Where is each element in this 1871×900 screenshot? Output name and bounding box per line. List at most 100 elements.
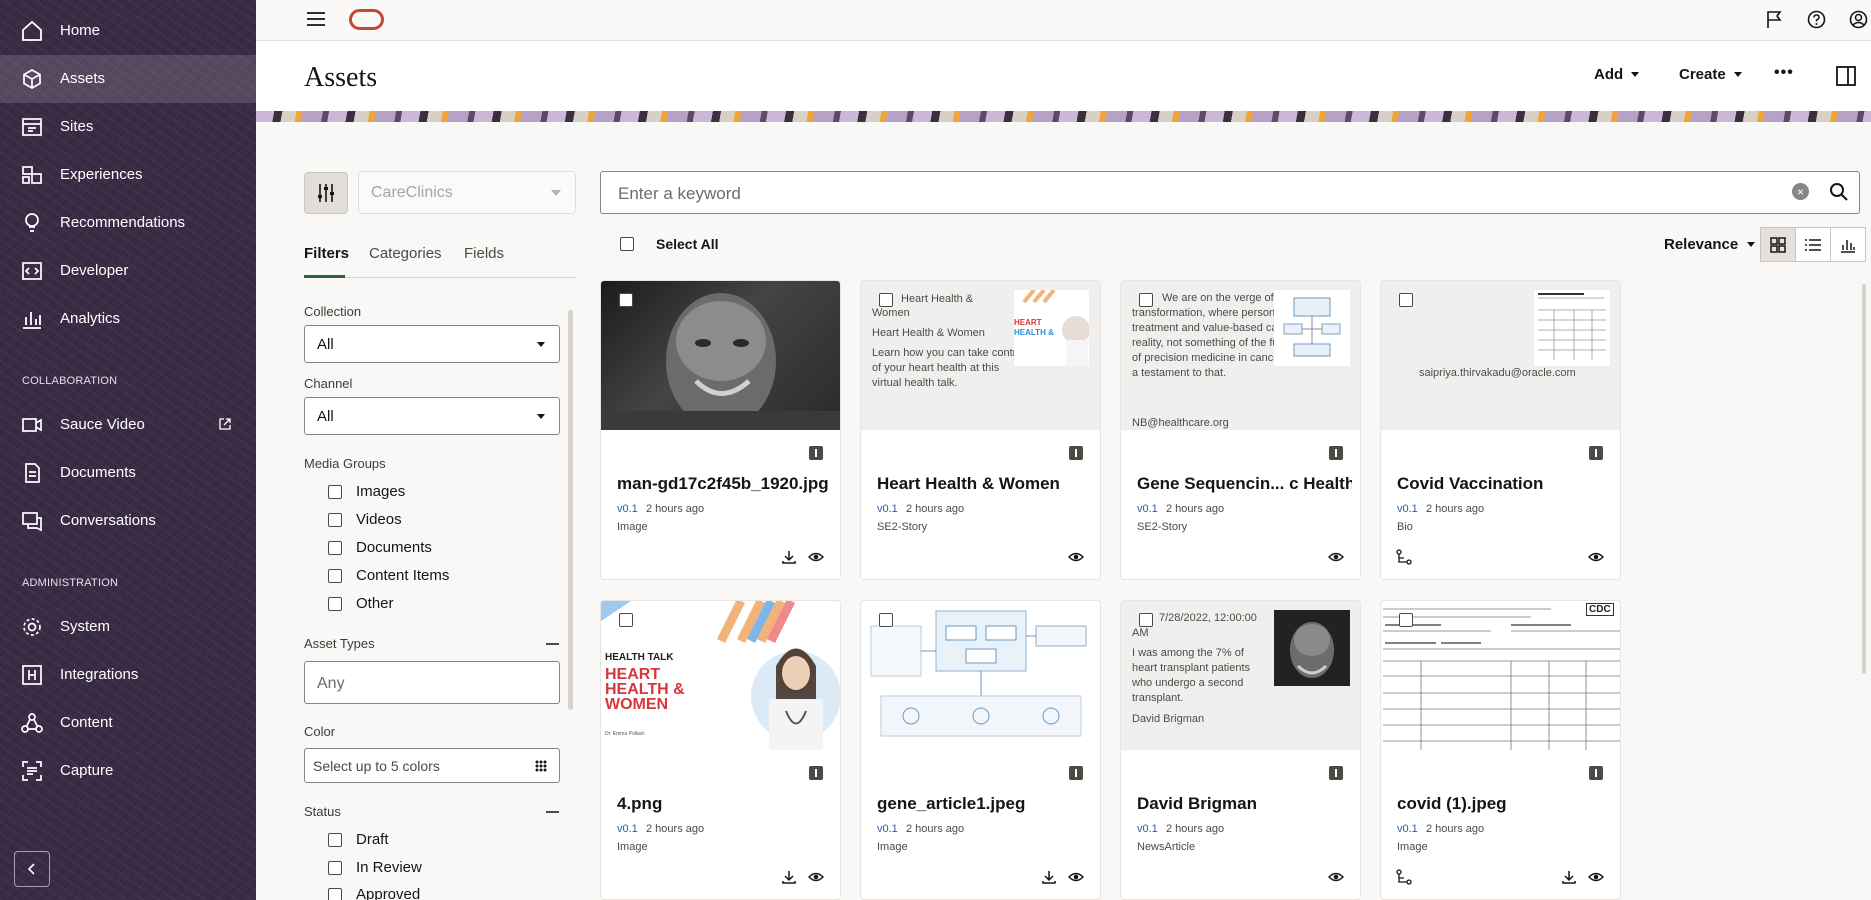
collection-select[interactable]: All — [304, 325, 560, 363]
add-menu-button[interactable]: Add — [1594, 66, 1640, 83]
status-draft-checkbox[interactable]: Draft — [328, 831, 389, 848]
asset-select-checkbox[interactable] — [619, 613, 633, 627]
more-actions-button[interactable]: ••• — [1774, 64, 1794, 82]
info-icon[interactable] — [1069, 766, 1083, 780]
tab-categories[interactable]: Categories — [369, 245, 442, 262]
tab-filters[interactable]: Filters — [304, 245, 349, 262]
collapse-section-icon[interactable] — [546, 811, 559, 813]
sidebar-item-content[interactable]: Content — [0, 699, 256, 747]
asset-title[interactable]: 4.png — [617, 794, 832, 814]
asset-card[interactable]: saipriya.thirvakadu@oracle.com Covid Vac… — [1380, 280, 1621, 580]
asset-card[interactable]: Heart Health & Women Heart Health & Wome… — [860, 280, 1101, 580]
media-group-documents-checkbox[interactable]: Documents — [328, 539, 432, 556]
info-icon[interactable] — [1069, 446, 1083, 460]
sidebar-item-documents[interactable]: Documents — [0, 449, 256, 497]
eye-icon[interactable] — [1328, 549, 1344, 565]
panel-toggle-icon[interactable] — [1836, 66, 1856, 86]
help-icon[interactable] — [1807, 10, 1826, 29]
collapse-sidebar-button[interactable] — [14, 851, 50, 887]
filter-panel-scrollbar[interactable] — [568, 310, 573, 710]
search-input[interactable]: Enter a keyword — [600, 171, 1860, 214]
asset-card[interactable]: 7/28/2022, 12:00:00 AM I was among the 7… — [1120, 600, 1361, 900]
sidebar-item-conversations[interactable]: Conversations — [0, 497, 256, 545]
asset-card[interactable]: We are on the verge of a healthcare tran… — [1120, 280, 1361, 580]
download-icon[interactable] — [781, 869, 797, 885]
sidebar-item-sites[interactable]: Sites — [0, 103, 256, 151]
repository-select[interactable]: CareClinics — [358, 171, 576, 214]
asset-select-checkbox[interactable] — [619, 293, 633, 307]
eye-icon[interactable] — [1068, 869, 1084, 885]
info-icon[interactable] — [1589, 446, 1603, 460]
asset-title[interactable]: man-gd17c2f45b_1920.jpg — [617, 474, 832, 494]
eye-icon[interactable] — [1588, 549, 1604, 565]
info-icon[interactable] — [1329, 446, 1343, 460]
eye-icon[interactable] — [808, 549, 824, 565]
download-icon[interactable] — [1041, 869, 1057, 885]
media-group-videos-checkbox[interactable]: Videos — [328, 511, 402, 528]
asset-card[interactable]: HEALTH TALK HEART HEALTH & WOMEN Dr. Emm… — [600, 600, 841, 900]
asset-select-checkbox[interactable] — [879, 613, 893, 627]
sidebar-item-sauce-video[interactable]: Sauce Video — [0, 401, 256, 449]
info-icon[interactable] — [1329, 766, 1343, 780]
info-icon[interactable] — [1589, 766, 1603, 780]
select-all-checkbox[interactable] — [620, 237, 634, 251]
user-avatar-icon[interactable] — [1849, 10, 1868, 29]
asset-select-checkbox[interactable] — [1139, 293, 1153, 307]
workflow-icon[interactable] — [1396, 869, 1412, 885]
list-view-button[interactable] — [1795, 227, 1831, 262]
asset-title[interactable]: David Brigman — [1137, 794, 1352, 814]
download-icon[interactable] — [1561, 869, 1577, 885]
asset-title[interactable]: Covid Vaccination — [1397, 474, 1612, 494]
asset-select-checkbox[interactable] — [1399, 613, 1413, 627]
sidebar-item-assets[interactable]: Assets — [0, 55, 256, 103]
media-group-content-items-checkbox[interactable]: Content Items — [328, 567, 449, 584]
create-menu-button[interactable]: Create — [1679, 66, 1742, 83]
sort-select[interactable]: Relevance — [1664, 236, 1756, 253]
sidebar-item-experiences[interactable]: Experiences — [0, 151, 256, 199]
status-in-review-checkbox[interactable]: In Review — [328, 859, 422, 876]
download-icon[interactable] — [781, 549, 797, 565]
asset-title[interactable]: Gene Sequencin... c Health — [1137, 474, 1352, 494]
collapse-section-icon[interactable] — [546, 643, 559, 645]
clear-search-icon[interactable]: × — [1792, 183, 1809, 200]
sidebar-item-developer[interactable]: Developer — [0, 247, 256, 295]
grid-view-button[interactable] — [1760, 227, 1796, 262]
flag-icon[interactable] — [1765, 10, 1783, 29]
search-icon[interactable] — [1829, 182, 1849, 202]
sidebar-item-capture[interactable]: Capture — [0, 747, 256, 795]
info-icon[interactable] — [809, 766, 823, 780]
sidebar-item-integrations[interactable]: Integrations — [0, 651, 256, 699]
analytics-view-button[interactable] — [1830, 227, 1866, 262]
eye-icon[interactable] — [1328, 869, 1344, 885]
eye-icon[interactable] — [1068, 549, 1084, 565]
info-icon[interactable] — [809, 446, 823, 460]
asset-title[interactable]: covid (1).jpeg — [1397, 794, 1612, 814]
media-group-other-checkbox[interactable]: Other — [328, 595, 394, 612]
color-picker-input[interactable]: Select up to 5 colors — [304, 748, 560, 783]
eye-icon[interactable] — [808, 869, 824, 885]
asset-card[interactable]: CDC covid (1).jpeg v0.1 2 hours ago Imag… — [1380, 600, 1621, 900]
filter-panel-toggle-button[interactable] — [304, 172, 348, 214]
oracle-logo-icon[interactable] — [349, 9, 384, 30]
asset-title[interactable]: gene_article1.jpeg — [877, 794, 1092, 814]
results-scrollbar[interactable] — [1862, 284, 1866, 674]
hamburger-menu-icon[interactable] — [307, 11, 325, 27]
asset-types-input[interactable]: Any — [304, 661, 560, 704]
sidebar-item-recommendations[interactable]: Recommendations — [0, 199, 256, 247]
media-group-images-checkbox[interactable]: Images — [328, 483, 405, 500]
asset-select-checkbox[interactable] — [1139, 613, 1153, 627]
asset-title[interactable]: Heart Health & Women — [877, 474, 1092, 494]
sidebar-item-system[interactable]: System — [0, 603, 256, 651]
select-all-label[interactable]: Select All — [656, 236, 719, 252]
asset-card[interactable]: man-gd17c2f45b_1920.jpg v0.1 2 hours ago… — [600, 280, 841, 580]
eye-icon[interactable] — [1588, 869, 1604, 885]
asset-card[interactable]: gene_article1.jpeg v0.1 2 hours ago Imag… — [860, 600, 1101, 900]
asset-select-checkbox[interactable] — [879, 293, 893, 307]
sidebar-item-home[interactable]: Home — [0, 7, 256, 55]
status-approved-checkbox[interactable]: Approved — [328, 886, 420, 900]
sidebar-item-analytics[interactable]: Analytics — [0, 295, 256, 343]
channel-select[interactable]: All — [304, 397, 560, 435]
tab-fields[interactable]: Fields — [464, 245, 504, 262]
workflow-icon[interactable] — [1396, 549, 1412, 565]
asset-select-checkbox[interactable] — [1399, 293, 1413, 307]
